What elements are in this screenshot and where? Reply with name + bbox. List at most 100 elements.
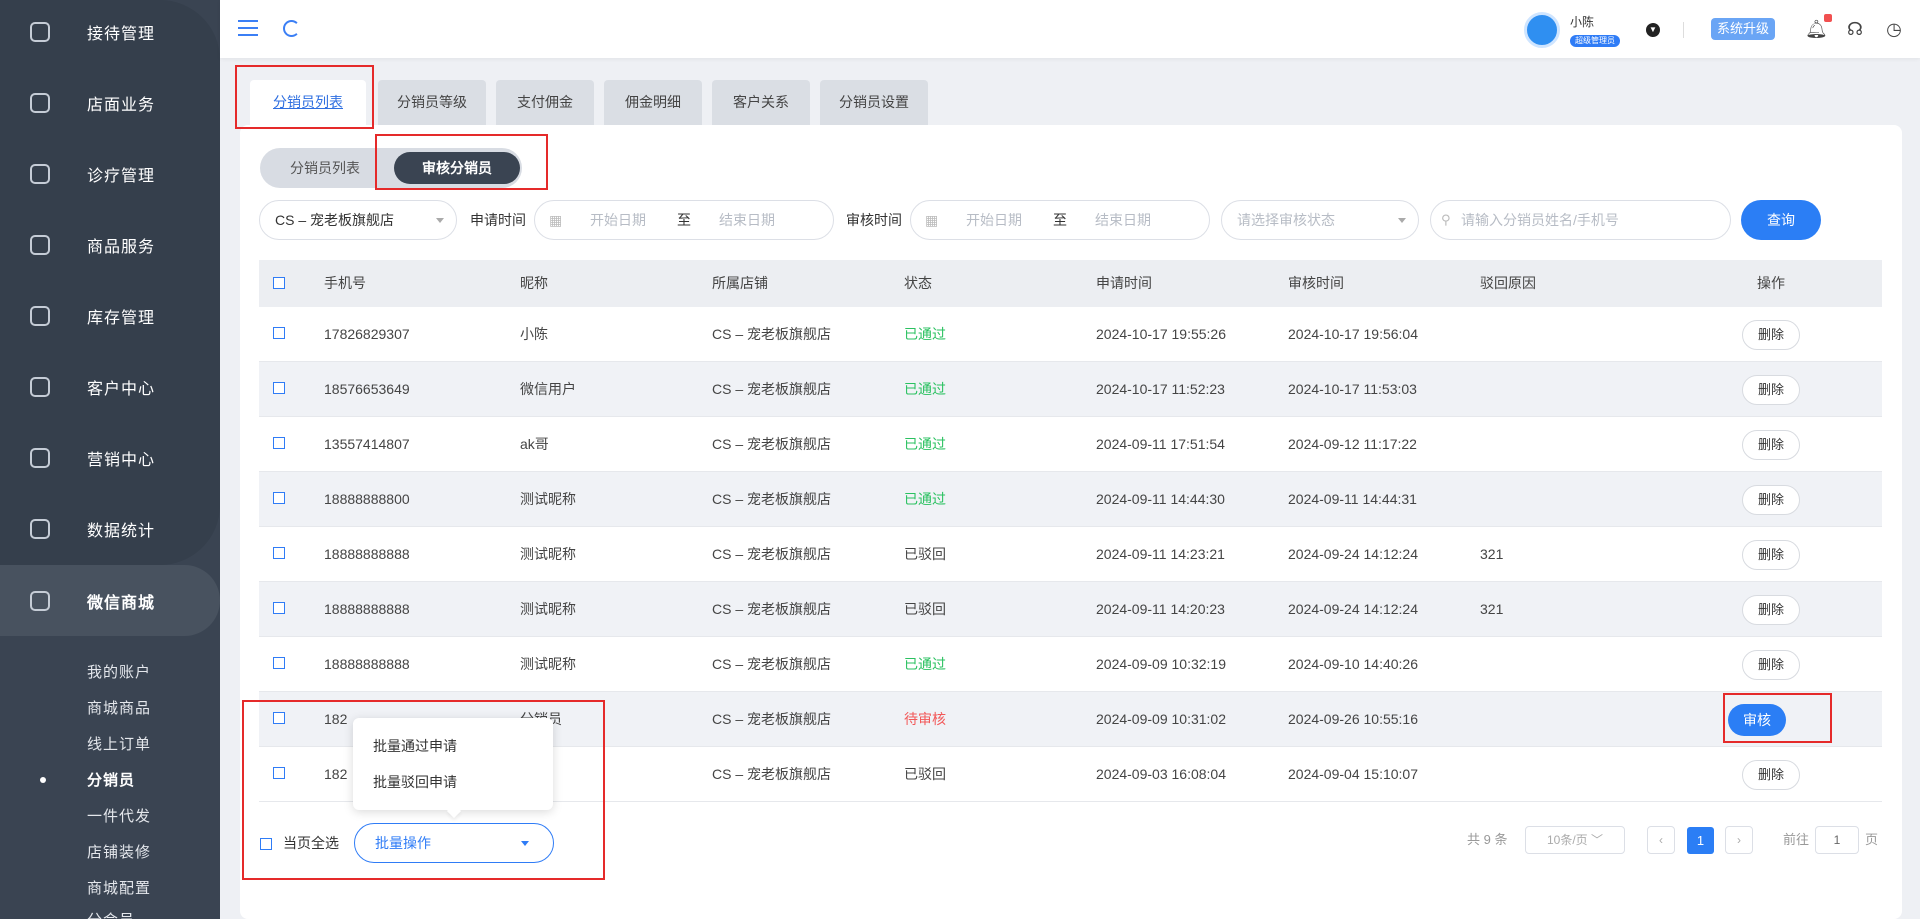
th-audit-time: 审核时间 bbox=[1288, 275, 1344, 291]
cell-status: 已驳回 bbox=[904, 601, 946, 617]
cell-phone: 18888888888 bbox=[324, 601, 410, 617]
search-input[interactable]: ⚲ 请输入分销员姓名/手机号 bbox=[1430, 200, 1731, 240]
menu-icon[interactable] bbox=[238, 20, 258, 36]
sidebar-item-stats[interactable]: 数据统计 bbox=[0, 493, 220, 564]
clock-icon[interactable]: ◷ bbox=[1884, 19, 1904, 39]
highlight-box bbox=[235, 65, 374, 129]
sidebar-item-wechat-mall[interactable]: 微信商城 bbox=[0, 565, 220, 636]
headset-icon[interactable]: ☊ bbox=[1845, 19, 1865, 39]
cell-phone: 18888888800 bbox=[324, 491, 410, 507]
system-upgrade-button[interactable]: 系统升级 bbox=[1711, 18, 1776, 40]
tab-pay-commission[interactable]: 支付佣金 bbox=[496, 80, 594, 125]
row-checkbox[interactable] bbox=[273, 437, 285, 449]
table-row: 18888888888 测试昵称 CS – 宠老板旗舰店 已通过 2024-09… bbox=[259, 637, 1882, 692]
sidebar-sub-decoration[interactable]: 店铺装修 bbox=[87, 841, 151, 862]
tab-commission-detail[interactable]: 佣金明细 bbox=[604, 80, 702, 125]
cell-status: 待审核 bbox=[904, 711, 946, 727]
cell-audit-time: 2024-09-24 14:12:24 bbox=[1288, 546, 1418, 562]
th-nickname: 昵称 bbox=[520, 275, 548, 291]
sidebar-sub-products[interactable]: 商城商品 bbox=[87, 697, 151, 718]
user-role-badge: 超级管理员 bbox=[1570, 35, 1620, 47]
select-all-checkbox[interactable] bbox=[273, 277, 285, 289]
delete-button[interactable]: 删除 bbox=[1742, 595, 1800, 625]
cell-nickname: 测试昵称 bbox=[520, 601, 576, 617]
sidebar-item-store[interactable]: 店面业务 bbox=[0, 67, 220, 138]
cell-audit-time: 2024-10-17 11:53:03 bbox=[1288, 381, 1417, 397]
user-name: 小陈 bbox=[1570, 15, 1595, 29]
delete-button[interactable]: 删除 bbox=[1742, 430, 1800, 460]
tab-distributor-level[interactable]: 分销员等级 bbox=[378, 80, 486, 125]
cell-phone: 13557414807 bbox=[324, 436, 410, 452]
delete-button[interactable]: 删除 bbox=[1742, 485, 1800, 515]
prev-page-button[interactable]: ‹ bbox=[1647, 826, 1675, 854]
delete-button[interactable]: 删除 bbox=[1742, 320, 1800, 350]
audit-date-range[interactable]: ▦ 开始日期 至 结束日期 bbox=[910, 200, 1210, 240]
delete-button[interactable]: 删除 bbox=[1742, 760, 1800, 790]
cell-apply-time: 2024-09-09 10:32:19 bbox=[1096, 656, 1226, 672]
row-checkbox[interactable] bbox=[273, 547, 285, 559]
sidebar-sub-distributor[interactable]: 分销员 bbox=[87, 769, 135, 790]
cell-audit-time: 2024-10-17 19:56:04 bbox=[1288, 326, 1418, 342]
cell-nickname: 测试昵称 bbox=[520, 491, 576, 507]
sidebar-item-goods[interactable]: 商品服务 bbox=[0, 209, 220, 280]
goto-page-input[interactable]: 1 bbox=[1815, 826, 1859, 854]
delete-button[interactable]: 删除 bbox=[1742, 650, 1800, 680]
table-row: 18576653649 微信用户 CS – 宠老板旗舰店 已通过 2024-10… bbox=[259, 362, 1882, 417]
apply-start-date[interactable]: 开始日期 bbox=[590, 201, 646, 239]
page-size-value: 10条/页 bbox=[1546, 833, 1588, 847]
row-checkbox[interactable] bbox=[273, 602, 285, 614]
sidebar-sub-account[interactable]: 我的账户 bbox=[87, 661, 151, 682]
cell-apply-time: 2024-09-11 14:23:21 bbox=[1096, 546, 1225, 562]
table-row: 18888888888 测试昵称 CS – 宠老板旗舰店 已驳回 2024-09… bbox=[259, 527, 1882, 582]
sidebar-item-marketing[interactable]: 营销中心 bbox=[0, 422, 220, 493]
sidebar-sub-dropship[interactable]: 一件代发 bbox=[87, 805, 151, 826]
query-button[interactable]: 查询 bbox=[1741, 200, 1821, 240]
cell-phone: 18888888888 bbox=[324, 546, 410, 562]
sidebar-sub-orders[interactable]: 线上订单 bbox=[87, 733, 151, 754]
sidebar: 接待管理 店面业务 诊疗管理 商品服务 库存管理 客户中心 营销中心 数据统计 … bbox=[0, 0, 220, 919]
goods-icon bbox=[30, 235, 50, 255]
sidebar-sub-member[interactable]: 分会员 bbox=[87, 909, 135, 919]
cell-apply-time: 2024-09-11 17:51:54 bbox=[1096, 436, 1225, 452]
store-select[interactable]: CS – 宠老板旗舰店 bbox=[259, 200, 457, 240]
cell-status: 已驳回 bbox=[904, 546, 946, 562]
th-status: 状态 bbox=[904, 275, 932, 291]
cell-apply-time: 2024-09-11 14:44:30 bbox=[1096, 491, 1225, 507]
cell-audit-time: 2024-09-10 14:40:26 bbox=[1288, 656, 1418, 672]
cell-audit-time: 2024-09-11 14:44:31 bbox=[1288, 491, 1417, 507]
sidebar-item-reception[interactable]: 接待管理 bbox=[0, 0, 220, 67]
apply-end-date[interactable]: 结束日期 bbox=[719, 201, 775, 239]
apply-date-range[interactable]: ▦ 开始日期 至 结束日期 bbox=[534, 200, 834, 240]
cell-apply-time: 2024-09-11 14:20:23 bbox=[1096, 601, 1225, 617]
segment-distributor-list[interactable]: 分销员列表 bbox=[260, 148, 390, 188]
app-root: 接待管理 店面业务 诊疗管理 商品服务 库存管理 客户中心 营销中心 数据统计 … bbox=[0, 0, 1920, 919]
calendar-icon: ▦ bbox=[925, 212, 939, 228]
sidebar-item-inventory[interactable]: 库存管理 bbox=[0, 280, 220, 351]
row-checkbox[interactable] bbox=[273, 657, 285, 669]
tab-distributor-settings[interactable]: 分销员设置 bbox=[820, 80, 928, 125]
sidebar-item-medical[interactable]: 诊疗管理 bbox=[0, 138, 220, 209]
bell-icon[interactable]: 🔔︎ bbox=[1805, 19, 1828, 39]
audit-end-date[interactable]: 结束日期 bbox=[1095, 201, 1151, 239]
sidebar-item-label: 店面业务 bbox=[87, 96, 156, 114]
tab-customer-relation[interactable]: 客户关系 bbox=[712, 80, 810, 125]
delete-button[interactable]: 删除 bbox=[1742, 540, 1800, 570]
refresh-icon[interactable] bbox=[283, 20, 300, 37]
search-icon: ⚲ bbox=[1441, 212, 1451, 227]
highlight-box bbox=[1723, 693, 1832, 743]
delete-button[interactable]: 删除 bbox=[1742, 375, 1800, 405]
row-checkbox[interactable] bbox=[273, 327, 285, 339]
cell-reject-reason: 321 bbox=[1480, 546, 1504, 562]
status-select[interactable]: 请选择审核状态 bbox=[1221, 200, 1419, 240]
chevron-down-icon[interactable]: ▼ bbox=[1646, 23, 1660, 37]
row-checkbox[interactable] bbox=[273, 382, 285, 394]
sidebar-item-customer[interactable]: 客户中心 bbox=[0, 351, 220, 422]
avatar[interactable] bbox=[1524, 12, 1560, 48]
audit-start-date[interactable]: 开始日期 bbox=[966, 201, 1022, 239]
page-size-select[interactable]: 10条/页 ﹀ bbox=[1525, 826, 1625, 854]
cell-store: CS – 宠老板旗舰店 bbox=[712, 766, 832, 782]
row-checkbox[interactable] bbox=[273, 492, 285, 504]
next-page-button[interactable]: › bbox=[1725, 826, 1753, 854]
sidebar-sub-config[interactable]: 商城配置 bbox=[87, 877, 151, 898]
page-current[interactable]: 1 bbox=[1687, 827, 1714, 854]
